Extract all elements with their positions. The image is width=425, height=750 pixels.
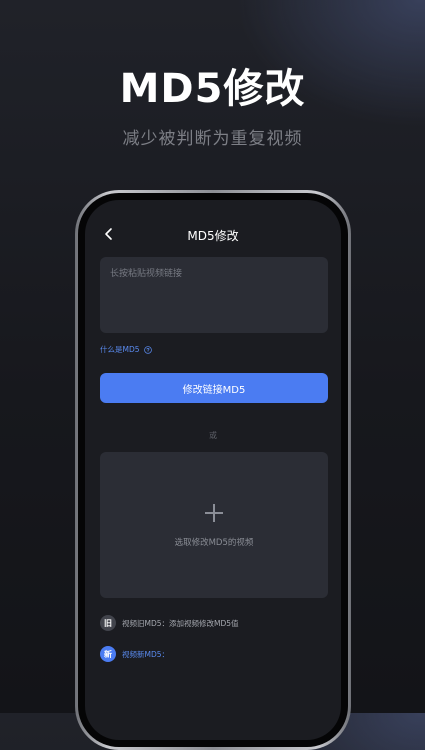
what-is-md5-link[interactable]: 什么是MD5 <box>100 344 152 355</box>
new-badge: 新 <box>100 646 116 662</box>
app-screen: MD5修改 什么是MD5 修改链接MD5 或 选取修改MD5的视频 旧 视频旧M… <box>85 200 341 740</box>
plus-icon <box>205 504 223 522</box>
or-divider: 或 <box>209 431 217 440</box>
new-md5-row: 新 视频新MD5： <box>100 646 169 662</box>
select-video-area[interactable]: 选取修改MD5的视频 <box>100 452 328 598</box>
phone-frame: MD5修改 什么是MD5 修改链接MD5 或 选取修改MD5的视频 旧 视频旧M… <box>75 190 351 750</box>
phone-bezel: MD5修改 什么是MD5 修改链接MD5 或 选取修改MD5的视频 旧 视频旧M… <box>78 193 348 747</box>
new-md5-label: 视频新MD5： <box>122 649 170 659</box>
select-video-label: 选取修改MD5的视频 <box>174 538 254 548</box>
hero-subtitle: 减少被判断为重复视频 <box>122 129 303 149</box>
hero-title: MD5修改 <box>119 66 306 112</box>
old-badge: 旧 <box>100 615 116 631</box>
screen-title: MD5修改 <box>187 229 239 243</box>
old-md5-row: 旧 视频旧MD5：添加视频修改MD5值 <box>100 615 239 631</box>
old-md5-label: 视频旧MD5：添加视频修改MD5值 <box>122 618 239 628</box>
video-link-input[interactable] <box>100 257 328 333</box>
modify-link-md5-button[interactable]: 修改链接MD5 <box>100 373 328 403</box>
question-circle-icon <box>143 345 152 354</box>
what-is-md5-label: 什么是MD5 <box>100 345 140 354</box>
